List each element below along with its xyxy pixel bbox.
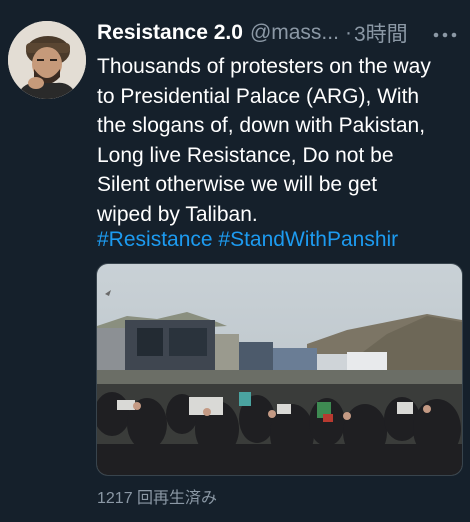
avatar-portrait-image: [8, 21, 86, 99]
hashtag-standwithpanshir[interactable]: #StandWithPanshir: [218, 228, 398, 251]
tweet-header: Resistance 2.0 @mass... · 3時間: [97, 19, 463, 47]
view-count: 1217 回再生済み: [97, 490, 218, 507]
tweet-video[interactable]: [96, 263, 463, 476]
tweet[interactable]: Resistance 2.0 @mass... · 3時間 Thousands …: [0, 0, 470, 522]
more-options-icon[interactable]: [433, 19, 457, 45]
tweet-text: Thousands of protesters on the way to Pr…: [97, 55, 431, 226]
tweet-timestamp[interactable]: 3時間: [354, 18, 408, 48]
hashtag-row: #Resistance #StandWithPanshir: [97, 225, 398, 254]
author-handle[interactable]: @mass...: [250, 21, 339, 45]
video-frame-image: [97, 264, 462, 475]
separator-dot: ·: [344, 21, 352, 44]
author-avatar[interactable]: [8, 21, 86, 99]
author-name[interactable]: Resistance 2.0: [97, 21, 243, 45]
hashtag-resistance[interactable]: #Resistance: [97, 228, 213, 251]
